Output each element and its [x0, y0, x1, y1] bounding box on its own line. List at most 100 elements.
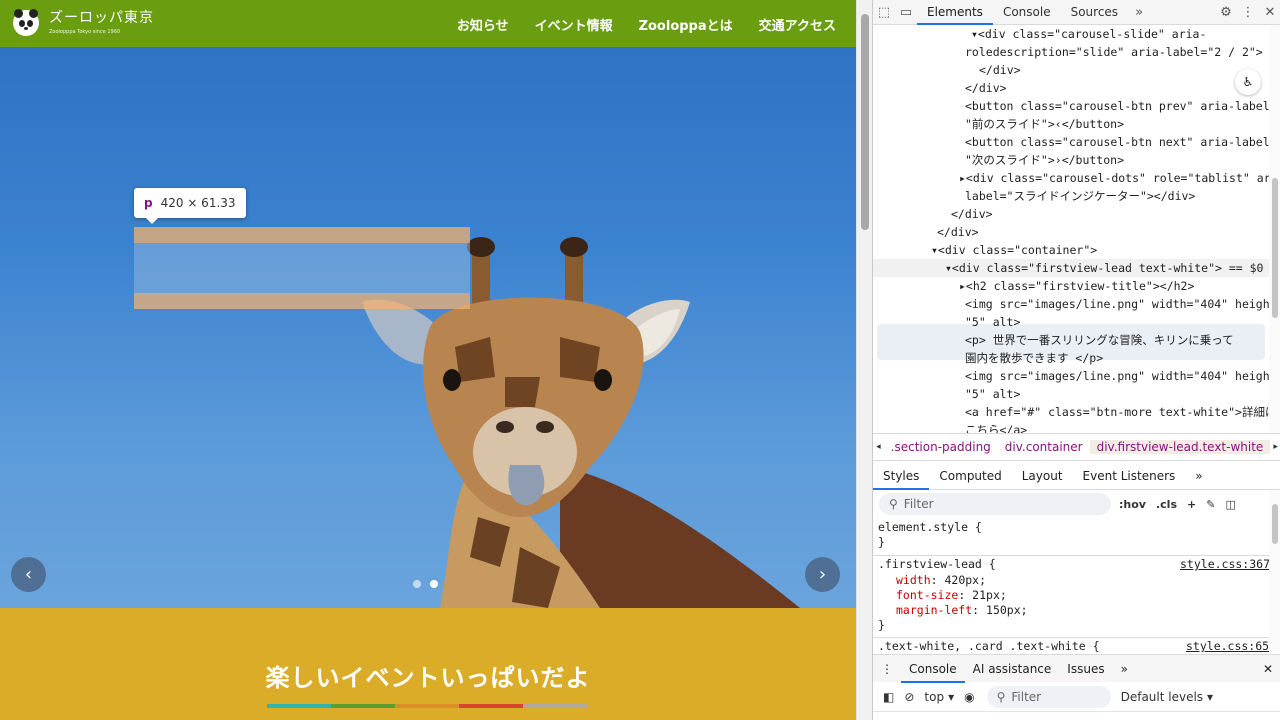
prop-value[interactable]: 21px;: [972, 588, 1007, 602]
sidebar-toggle-icon[interactable]: ◫: [1225, 498, 1235, 511]
rule-source-link[interactable]: style.css:367: [1180, 557, 1269, 573]
drawer-more-icon[interactable]: »: [1113, 655, 1136, 683]
console-filter-input[interactable]: ⚲ Filter: [986, 685, 1111, 708]
tab-sources[interactable]: Sources: [1061, 0, 1128, 25]
carousel-next-button[interactable]: ›: [805, 557, 840, 592]
styles-filter-row: ⚲ Filter :hov .cls + ✎ ◫: [873, 490, 1280, 518]
color-segment-5: [523, 704, 587, 708]
dom-line[interactable]: "5" alt>: [965, 313, 1020, 331]
tab-elements[interactable]: Elements: [917, 0, 993, 25]
dom-line[interactable]: こちら</a>: [965, 421, 1027, 433]
dom-line[interactable]: label="スライドインジケーター"></div>: [965, 187, 1195, 205]
dom-line[interactable]: "次のスライド">›</button>: [965, 151, 1124, 169]
dom-line[interactable]: <img src="images/line.png" width="404" h…: [965, 295, 1269, 313]
page-scrollbar[interactable]: [856, 0, 872, 720]
context-select[interactable]: top ▾: [924, 690, 954, 704]
close-icon[interactable]: ✕: [1259, 1, 1280, 23]
dom-line[interactable]: </div>: [979, 61, 1021, 79]
chevron-down-icon: ▾: [948, 689, 955, 704]
tab-layout[interactable]: Layout: [1012, 462, 1073, 490]
dom-line[interactable]: <button class="carousel-btn prev" aria-l…: [965, 97, 1269, 115]
nav-link-events[interactable]: イベント情報: [535, 15, 613, 34]
rule-prop-row[interactable]: width: 420px;: [896, 573, 986, 589]
sidebar-icon[interactable]: ◧: [883, 690, 894, 704]
kebab-menu-icon[interactable]: ⋮: [1237, 1, 1259, 23]
dom-line[interactable]: <img src="images/line.png" width="404" h…: [965, 367, 1269, 385]
events-title: 楽しいイベントいっぱいだよ: [265, 664, 591, 692]
tab-console[interactable]: Console: [993, 0, 1061, 25]
log-levels-select[interactable]: Default levels ▾: [1121, 690, 1213, 704]
styles-scrollbar[interactable]: [1269, 490, 1280, 652]
eye-icon[interactable]: ◉: [964, 690, 974, 704]
drawer-tab-issues[interactable]: Issues: [1059, 655, 1112, 683]
drawer-menu-icon[interactable]: ⋮: [873, 655, 901, 683]
dom-line[interactable]: <a href="#" class="btn-more text-white">…: [965, 403, 1269, 421]
crumb-firstview-lead[interactable]: div.firstview-lead.text-white: [1089, 440, 1271, 454]
site-navbar: ズーロッパ東京 Zoolopppa Tokyo since 1960 お知らせ …: [0, 0, 856, 47]
more-style-tabs-icon[interactable]: »: [1185, 462, 1212, 490]
carousel-dot-1[interactable]: [413, 580, 421, 588]
prop-name[interactable]: width: [896, 573, 931, 587]
inspector-tag: p: [144, 196, 153, 210]
dom-line[interactable]: </div>: [965, 79, 1007, 97]
tab-computed[interactable]: Computed: [929, 462, 1011, 490]
dom-line-selected[interactable]: ▾<div class="firstview-lead text-white">…: [945, 259, 1264, 277]
crumb-left-arrow-icon[interactable]: ◂: [873, 442, 884, 452]
dom-line[interactable]: </div>: [951, 205, 993, 223]
rule-selector-2[interactable]: .text-white, .card .text-white {: [878, 639, 1100, 652]
site-logo[interactable]: ズーロッパ東京 Zoolopppa Tokyo since 1960: [13, 9, 154, 36]
prop-value[interactable]: 420px;: [944, 573, 986, 587]
tab-styles[interactable]: Styles: [873, 462, 930, 490]
paint-brush-icon[interactable]: ✎: [1206, 498, 1215, 511]
devtools-panel: ⬚ ▭ Elements Console Sources » ⚙ ⋮ ✕ ▾<d…: [872, 0, 1280, 720]
drawer-tab-ai-assistance[interactable]: AI assistance: [965, 655, 1060, 683]
settings-gear-icon[interactable]: ⚙: [1215, 1, 1237, 23]
drawer-close-icon[interactable]: ✕: [1255, 655, 1280, 683]
drawer-tab-console[interactable]: Console: [901, 655, 965, 683]
dom-line[interactable]: 園内を散歩できます </p>: [965, 349, 1103, 367]
rule-prop-row[interactable]: font-size: 21px;: [896, 588, 1007, 604]
rule-close: }: [878, 535, 885, 549]
crumb-section[interactable]: .section-padding: [884, 440, 998, 454]
crumb-right-arrow-icon[interactable]: ▸: [1270, 442, 1280, 452]
inspector-highlight: [134, 227, 470, 309]
dom-line[interactable]: ▾<div class="carousel-slide" aria-: [971, 25, 1206, 43]
rule-selector[interactable]: .firstview-lead {: [878, 557, 996, 573]
dom-line[interactable]: roledescription="slide" aria-label="2 / …: [965, 43, 1263, 61]
inspect-element-icon[interactable]: ⬚: [873, 1, 895, 23]
prop-name[interactable]: font-size: [896, 588, 958, 602]
crumb-container[interactable]: div.container: [998, 440, 1090, 454]
rule-source-link-2[interactable]: style.css:65: [1186, 639, 1269, 652]
clear-console-icon[interactable]: ⊘: [904, 690, 914, 704]
dom-line[interactable]: "5" alt>: [965, 385, 1020, 403]
dom-line[interactable]: <button class="carousel-btn next" aria-l…: [965, 133, 1269, 151]
prop-name[interactable]: margin-left: [896, 603, 972, 617]
dom-line-hovered[interactable]: <p> 世界で一番スリリングな冒険、キリンに乗って: [965, 331, 1234, 349]
dom-line[interactable]: ▸<div class="carousel-dots" role="tablis…: [959, 169, 1269, 187]
carousel-prev-button[interactable]: ‹: [11, 557, 46, 592]
carousel-dot-2[interactable]: [430, 580, 438, 588]
accessibility-icon[interactable]: ♿: [1235, 69, 1261, 95]
tab-event-listeners[interactable]: Event Listeners: [1073, 462, 1186, 490]
nav-link-access[interactable]: 交通アクセス: [759, 15, 836, 34]
rule-element-style[interactable]: element.style {: [878, 520, 982, 536]
chevron-down-icon: ▾: [1207, 689, 1214, 704]
styles-filter-input[interactable]: ⚲ Filter: [879, 493, 1111, 515]
context-value: top: [924, 689, 945, 704]
dom-line[interactable]: ▾<div class="container">: [931, 241, 1097, 259]
dom-line[interactable]: </div>: [937, 223, 979, 241]
cls-toggle[interactable]: .cls: [1156, 498, 1177, 511]
dom-line[interactable]: ▸<h2 class="firstview-title"></h2>: [959, 277, 1194, 295]
hov-toggle[interactable]: :hov: [1119, 498, 1146, 511]
nav-link-news[interactable]: お知らせ: [457, 15, 509, 34]
prop-value[interactable]: 150px;: [986, 603, 1028, 617]
inspector-tooltip: p 420 × 61.33: [134, 188, 246, 224]
dom-line[interactable]: "前のスライド">‹</button>: [965, 115, 1124, 133]
elements-scrollbar[interactable]: [1269, 25, 1280, 433]
device-toolbar-icon[interactable]: ▭: [895, 1, 917, 23]
rule-prop-row[interactable]: margin-left: 150px;: [896, 603, 1028, 619]
add-rule-button[interactable]: +: [1187, 498, 1196, 511]
more-tabs-icon[interactable]: »: [1128, 1, 1150, 23]
filter-icon: ⚲: [996, 689, 1006, 704]
nav-link-about[interactable]: Zooloppaとは: [639, 15, 733, 34]
